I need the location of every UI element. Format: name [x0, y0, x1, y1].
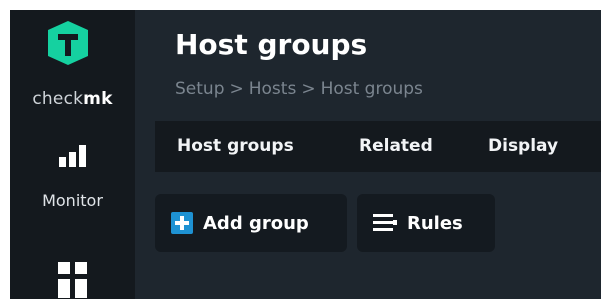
brand-name: checkmk: [10, 89, 135, 109]
breadcrumb-host-groups[interactable]: Host groups: [321, 79, 423, 99]
page-title: Host groups: [175, 28, 368, 61]
breadcrumb: Setup > Hosts > Host groups: [175, 79, 423, 99]
menu-host-groups[interactable]: Host groups: [177, 121, 294, 172]
breadcrumb-separator: >: [301, 79, 316, 99]
bar-chart-icon: [58, 145, 86, 167]
add-group-button[interactable]: Add group: [155, 194, 347, 252]
rules-button[interactable]: Rules: [357, 194, 495, 252]
breadcrumb-hosts[interactable]: Hosts: [249, 79, 297, 99]
page-menu-bar: Host groups Related Display: [155, 121, 601, 172]
rules-icon: [373, 214, 397, 231]
menu-related[interactable]: Related: [359, 121, 433, 172]
add-group-label: Add group: [203, 212, 309, 234]
plus-icon: [171, 212, 193, 234]
breadcrumb-setup[interactable]: Setup: [175, 79, 224, 99]
sidebar-item-label: Monitor: [42, 191, 103, 210]
app-window: checkmk Monitor Host groups Setup > Host…: [10, 10, 601, 299]
sidebar-item-monitor[interactable]: Monitor: [10, 145, 135, 210]
brand-name-light: check: [32, 89, 84, 109]
rules-label: Rules: [407, 212, 463, 234]
checkmk-logo-icon[interactable]: [39, 20, 97, 66]
sidebar: checkmk Monitor: [10, 10, 135, 299]
brand-name-bold: mk: [83, 89, 113, 109]
menu-display[interactable]: Display: [488, 121, 558, 172]
setup-grid-icon: [57, 262, 87, 298]
sidebar-item-setup[interactable]: [10, 262, 135, 298]
breadcrumb-separator: >: [229, 79, 244, 99]
main-content: Host groups Setup > Hosts > Host groups …: [135, 10, 601, 299]
